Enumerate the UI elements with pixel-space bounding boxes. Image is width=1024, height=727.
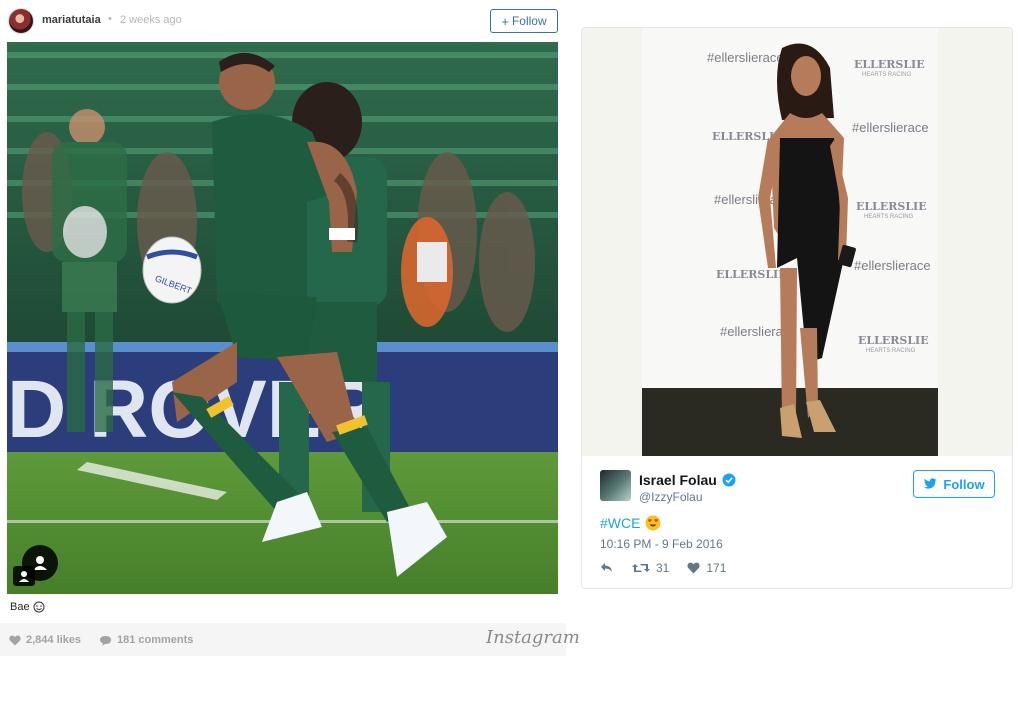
twitter-avatar[interactable] xyxy=(600,470,631,501)
instagram-embed: mariatutaia • 2 weeks ago + Follow D ROV… xyxy=(0,0,580,660)
instagram-follow-button[interactable]: + Follow xyxy=(490,9,558,33)
likes-count[interactable]: 2,844 likes xyxy=(9,634,81,646)
backdrop-brand-sub-1: HEARTS RACING xyxy=(862,72,912,78)
verified-badge-icon xyxy=(722,473,736,487)
tweet-photo[interactable]: #ellerslierace #ellerslierace #ellerslie… xyxy=(582,28,1012,456)
comments-count[interactable]: 181 comments xyxy=(99,634,193,646)
retweet-count: 31 xyxy=(656,561,670,575)
backdrop-hashtag-1: #ellerslierace xyxy=(707,50,784,65)
heart-icon xyxy=(687,562,700,574)
comment-icon xyxy=(100,635,111,645)
heart-icon xyxy=(9,634,21,645)
post-caption: Bae xyxy=(10,601,45,613)
post-photo[interactable]: D ROVER GILBERT xyxy=(7,42,558,594)
tweet-hashtag-link[interactable]: #WCE xyxy=(600,515,640,531)
instagram-logo[interactable]: Instagram xyxy=(486,627,580,648)
caption-text: Bae xyxy=(10,601,30,613)
tweet-timestamp[interactable]: 10:16 PM - 9 Feb 2016 xyxy=(600,537,723,551)
backdrop-brand-sub-2: HEARTS RACING xyxy=(864,214,914,220)
twitter-bird-icon xyxy=(924,478,937,489)
plus-icon: + xyxy=(501,13,509,29)
reply-icon xyxy=(601,563,612,572)
twitter-follow-label: Follow xyxy=(943,476,985,492)
comments-label: 181 comments xyxy=(117,634,194,646)
red-carpet-photo: #ellerslierace #ellerslierace #ellerslie… xyxy=(582,28,1012,456)
backdrop-brand-4: ELLERSLIE xyxy=(716,268,787,281)
heart-eyes-emoji-icon xyxy=(645,515,661,531)
username-link[interactable]: mariatutaia xyxy=(42,14,101,26)
retweet-action[interactable]: 31 xyxy=(632,561,669,575)
instagram-header: mariatutaia • 2 weeks ago + Follow xyxy=(0,0,566,40)
backdrop-hashtag-4: #ellerslierace xyxy=(854,258,931,273)
backdrop-brand-sub-3: HEARTS RACING xyxy=(866,348,916,354)
backdrop-brand-5: ELLERSLIE xyxy=(858,334,929,347)
author-name: Israel Folau xyxy=(639,472,717,488)
backdrop-hashtag-2: #ellerslierace xyxy=(852,120,929,135)
author-handle[interactable]: @IzzyFolau xyxy=(639,490,703,504)
user-avatar[interactable] xyxy=(8,8,34,34)
tweet-text: #WCE xyxy=(600,515,661,531)
reply-action[interactable] xyxy=(600,562,614,574)
instagram-footer: 2,844 likes 181 comments Instagram xyxy=(0,623,580,656)
like-action[interactable]: 171 xyxy=(687,561,726,575)
like-count: 171 xyxy=(706,561,727,575)
likes-label: 2,844 likes xyxy=(26,634,82,646)
tweet-actions: 31 171 xyxy=(600,561,726,575)
author-name-link[interactable]: Israel Folau xyxy=(639,472,736,488)
smiling-face-icon xyxy=(33,601,45,613)
backdrop-brand-1: ELLERSLIE xyxy=(854,58,925,71)
rugby-player-photo: D ROVER GILBERT xyxy=(7,42,558,594)
post-time[interactable]: 2 weeks ago xyxy=(120,14,182,26)
backdrop-brand-3: ELLERSLIE xyxy=(856,200,927,213)
separator-dot: • xyxy=(108,13,112,25)
user-tag-icon xyxy=(13,566,35,586)
follow-label: Follow xyxy=(511,14,547,28)
retweet-icon xyxy=(632,564,650,572)
twitter-embed: #ellerslierace #ellerslierace #ellerslie… xyxy=(581,27,1013,589)
twitter-follow-button[interactable]: Follow xyxy=(913,470,995,498)
